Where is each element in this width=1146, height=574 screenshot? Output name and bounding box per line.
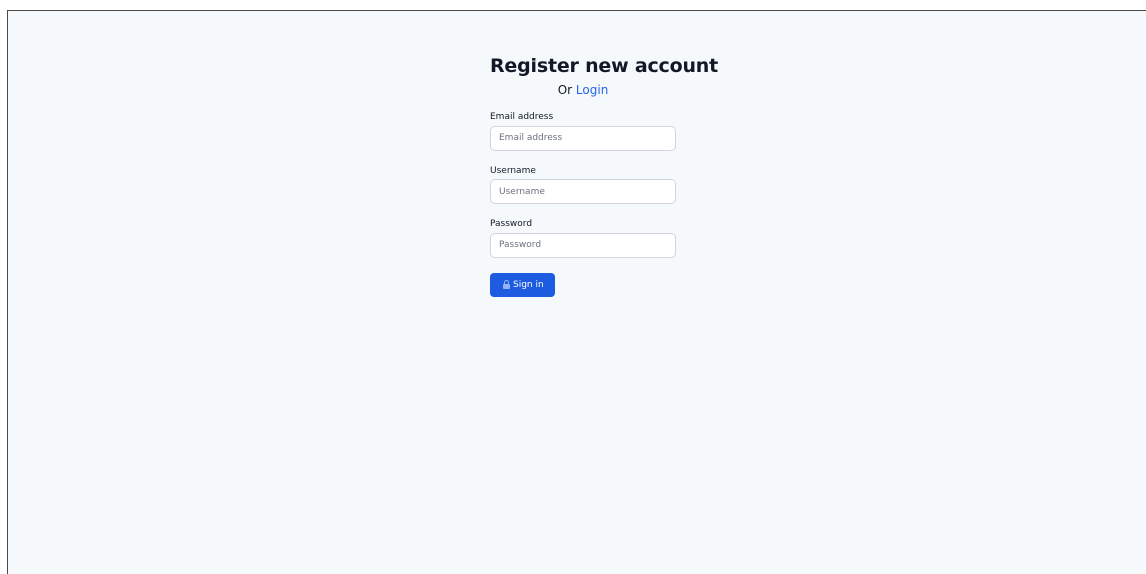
page-title: Register new account — [490, 55, 719, 77]
sign-in-label: Sign in — [513, 279, 544, 290]
page-frame: Register new account Or Login Email addr… — [7, 10, 1146, 574]
register-panel: Register new account Or Login Email addr… — [490, 54, 719, 297]
password-label: Password — [490, 219, 533, 229]
username-label: Username — [490, 165, 536, 176]
password-group: Password — [490, 218, 676, 258]
username-field[interactable] — [490, 179, 676, 204]
email-group: Email address — [490, 111, 676, 151]
subtitle: Or Login — [490, 82, 676, 98]
email-field[interactable] — [490, 125, 676, 151]
register-form: Email address Username Password Sign in — [490, 111, 676, 297]
username-group: Username — [490, 165, 676, 204]
password-field[interactable] — [490, 232, 676, 258]
email-label: Email address — [490, 112, 554, 122]
lock-icon — [503, 280, 510, 289]
sign-in-button[interactable]: Sign in — [490, 272, 555, 297]
login-link[interactable]: Login — [576, 83, 608, 97]
subtitle-prefix: Or — [557, 83, 573, 97]
